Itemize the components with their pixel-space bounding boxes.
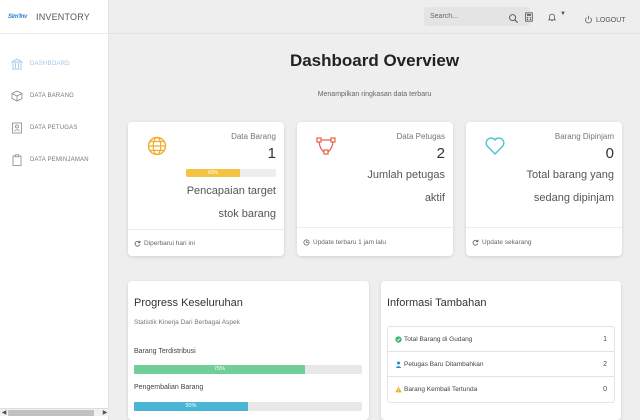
sidebar-item-dashboard[interactable]: DASHBOARD	[0, 48, 108, 80]
sidebar-item-label: DASHBOARD	[30, 61, 70, 67]
brand-title: INVENTORY	[36, 11, 90, 22]
stat-footer: Diperbarui hari ini	[128, 229, 284, 256]
sidebar-nav: DASHBOARD DATA BARANG DATA PETUGAS DATA …	[0, 48, 108, 176]
page-title: Dashboard Overview	[289, 51, 460, 70]
search-icon[interactable]	[508, 11, 520, 23]
clipboard-icon	[10, 153, 24, 167]
list-item: Barang Kembali Tertunda 0	[388, 377, 614, 402]
refresh-icon	[472, 233, 479, 251]
stat-footer-text: Update sekarang	[482, 238, 532, 246]
bank-icon	[10, 57, 24, 71]
progress-label: Barang Terdistribusi	[134, 348, 196, 355]
heart-icon	[484, 135, 506, 157]
progress-label: Pengembalian Barang	[134, 384, 204, 391]
logout-button[interactable]: LOGOUT	[584, 11, 626, 29]
panel-title: Informasi Tambahan	[387, 297, 487, 309]
id-card-icon	[10, 121, 24, 135]
progress-fill: 50%	[134, 402, 248, 411]
sidebar-item-data-peminjaman[interactable]: DATA PEMINJAMAN	[0, 144, 108, 176]
sidebar-item-data-barang[interactable]: DATA BARANG	[0, 80, 108, 112]
progress-panel: Progress Keseluruhan Statistik Kinerja D…	[128, 281, 369, 420]
stat-description-line: Jumlah petugas	[367, 169, 445, 181]
sidebar-item-data-petugas[interactable]: DATA PETUGAS	[0, 112, 108, 144]
info-label: Petugas Baru Ditambahkan	[404, 360, 484, 368]
bell-icon[interactable]	[546, 11, 558, 23]
stat-label: Barang Dipinjam	[554, 132, 614, 141]
scroll-right-icon[interactable]: ▶	[101, 409, 109, 417]
list-item: Petugas Baru Ditambahkan 2	[388, 352, 614, 377]
stat-label: Data Barang	[231, 132, 276, 141]
stat-value: 0	[605, 145, 614, 162]
list-item: Total Barang di Gudang 1	[388, 327, 614, 352]
brand[interactable]: Sim'Inv INVENTORY	[0, 0, 108, 34]
clock-icon	[303, 233, 310, 251]
stat-value: 1	[267, 145, 276, 162]
stat-description-line: aktif	[424, 192, 445, 204]
scrollbar-thumb[interactable]	[8, 410, 94, 416]
stat-footer-text: Diperbarui hari ini	[144, 239, 195, 247]
page-subtitle: Menampilkan ringkasan data terbaru	[317, 91, 432, 98]
progress-fill: 75%	[134, 365, 305, 374]
warning-icon	[395, 386, 402, 393]
progress-fill: 60%	[186, 169, 240, 177]
stat-label: Data Petugas	[396, 132, 445, 141]
panel-subtitle: Statistik Kinerja Dari Berbagai Aspek	[134, 319, 240, 326]
sidebar-item-label: DATA PETUGAS	[30, 125, 78, 131]
info-count: 0	[603, 386, 607, 393]
stat-description: Jumlah petugas aktif	[367, 164, 445, 210]
topbar: ▼ LOGOUT	[109, 0, 640, 34]
info-panel: Informasi Tambahan Total Barang di Gudan…	[381, 281, 621, 420]
globe-icon	[146, 135, 168, 157]
info-list: Total Barang di Gudang 1 Petugas Baru Di…	[387, 326, 615, 403]
refresh-icon	[134, 234, 141, 252]
info-label: Total Barang di Gudang	[404, 335, 473, 343]
calculator-icon[interactable]	[523, 11, 535, 23]
search-box	[424, 7, 530, 26]
stat-value: 2	[436, 145, 445, 162]
chevron-down-icon[interactable]: ▼	[560, 11, 566, 17]
bezier-curve-icon	[315, 135, 337, 157]
stat-footer: Update terbaru 1 jam lalu	[297, 227, 453, 256]
stat-description-line: sedang dipinjam	[533, 192, 614, 204]
stat-description-line: Total barang yang	[526, 169, 614, 181]
progress-bar-returns: 50%	[134, 402, 362, 411]
check-circle-icon	[395, 335, 402, 343]
target-progress-bar: 60%	[186, 169, 276, 177]
info-count: 1	[603, 335, 607, 343]
scroll-left-icon[interactable]: ◀	[0, 409, 8, 417]
stat-card-barang-dipinjam: Barang Dipinjam 0 Total barang yang seda…	[466, 122, 622, 256]
sidebar: Sim'Inv INVENTORY DASHBOARD DATA BARANG …	[0, 0, 109, 420]
stat-footer-text: Update terbaru 1 jam lalu	[313, 238, 386, 246]
stat-description-line: stok barang	[218, 208, 276, 220]
search-input[interactable]	[424, 13, 508, 20]
logout-label: LOGOUT	[596, 16, 626, 24]
brand-logo: Sim'Inv	[8, 13, 27, 20]
horizontal-scrollbar[interactable]: ◀ ▶	[0, 408, 109, 416]
power-icon	[584, 11, 593, 29]
panel-title: Progress Keseluruhan	[134, 297, 243, 309]
stat-description: Pencapaian target stok barang	[187, 180, 276, 226]
user-icon	[395, 360, 402, 368]
stat-description: Total barang yang sedang dipinjam	[527, 164, 614, 210]
sidebar-item-label: DATA PEMINJAMAN	[30, 157, 89, 163]
sidebar-item-label: DATA BARANG	[30, 93, 74, 99]
info-label: Barang Kembali Tertunda	[404, 386, 478, 393]
info-count: 2	[603, 360, 607, 368]
progress-bar-distribution: 75%	[134, 365, 362, 374]
stat-footer: Update sekarang	[466, 227, 622, 256]
box-icon	[10, 89, 24, 103]
stat-card-data-barang: Data Barang 1 60% Pencapaian target stok…	[128, 122, 284, 256]
stat-card-data-petugas: Data Petugas 2 Jumlah petugas aktif Upda…	[297, 122, 453, 256]
stat-description-line: Pencapaian target	[186, 185, 276, 197]
